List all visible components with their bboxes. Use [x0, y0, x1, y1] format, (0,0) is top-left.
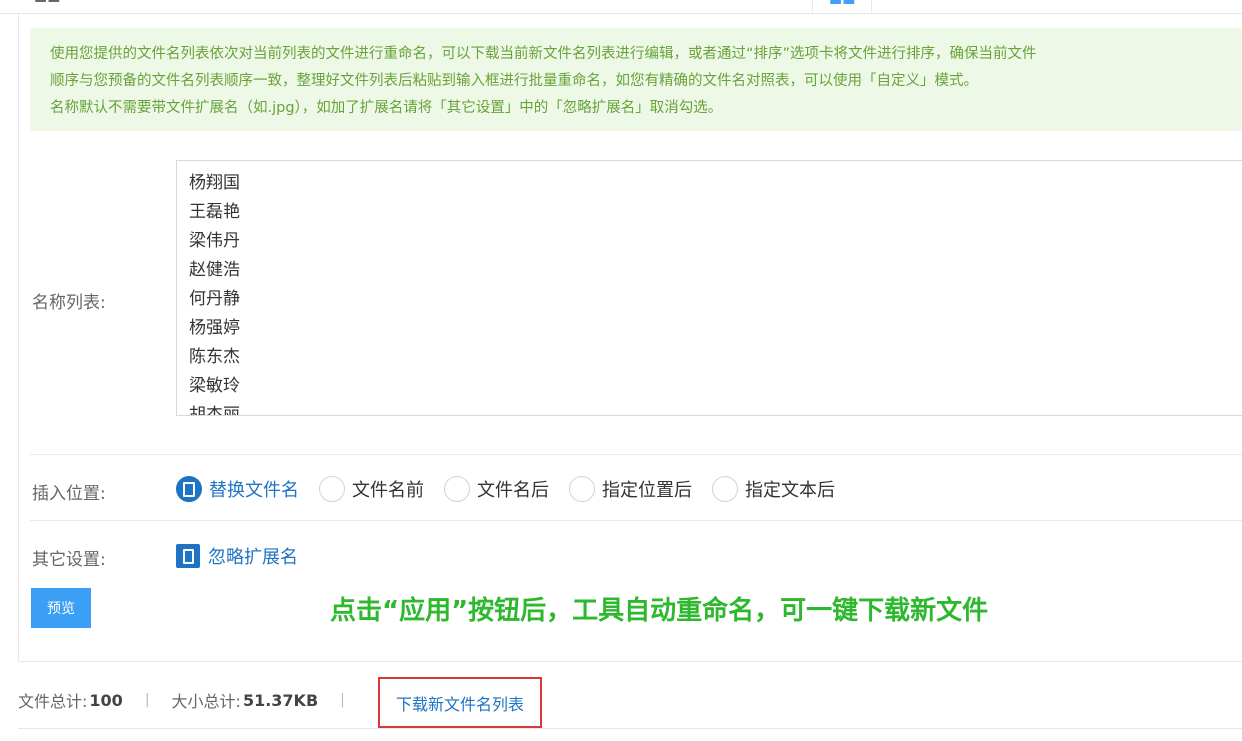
name-line: 何丹静: [189, 289, 240, 309]
name-line: 赵健浩: [189, 260, 240, 280]
name-line: 胡杰丽: [189, 405, 240, 416]
total-size-label: 大小总计:: [171, 692, 241, 711]
total-files-value: 100: [89, 690, 123, 710]
radio-replace-filename[interactable]: 替换文件名: [176, 476, 299, 502]
radio-label: 文件名后: [477, 480, 549, 501]
name-line: 梁敏玲: [189, 376, 240, 396]
notice-line-1: 使用您提供的文件名列表依次对当前列表的文件进行重命名，可以下载当前新文件名列表进…: [50, 46, 1037, 62]
radio-label: 指定位置后: [602, 480, 692, 501]
separator: |: [144, 692, 150, 708]
checkbox-label: 忽略扩展名: [208, 547, 298, 568]
name-list-label: 名称列表:: [32, 293, 106, 313]
radio-unchecked-icon: [712, 476, 738, 502]
preview-button[interactable]: 预览: [31, 588, 91, 628]
name-line: 杨翔国: [189, 173, 240, 193]
separator: |: [340, 692, 345, 708]
insert-position-label: 插入位置:: [32, 484, 106, 504]
name-line: 王磊艳: [189, 202, 240, 222]
radio-unchecked-icon: [569, 476, 595, 502]
download-new-filename-list-link[interactable]: 下载新文件名列表: [378, 677, 542, 728]
radio-after-position[interactable]: 指定位置后: [569, 476, 692, 502]
divider: [30, 454, 1242, 455]
name-line: 陈东杰: [189, 347, 240, 367]
tab-active[interactable]: ▬▬: [812, 0, 873, 12]
radio-checked-icon: [176, 476, 202, 502]
notice-box: 使用您提供的文件名列表依次对当前列表的文件进行重命名，可以下载当前新文件名列表进…: [30, 28, 1242, 131]
overlay-caption: 点击“应用”按钮后，工具自动重命名，可一键下载新文件: [330, 596, 989, 626]
radio-label: 指定文本后: [745, 480, 835, 501]
radio-before-filename[interactable]: 文件名前: [319, 476, 424, 502]
insert-position-radio-group: 替换文件名 文件名前 文件名后 指定位置后 指定文本后: [176, 475, 855, 503]
other-settings-label: 其它设置:: [32, 550, 106, 570]
file-table-header: [18, 728, 1242, 741]
radio-after-text[interactable]: 指定文本后: [712, 476, 835, 502]
total-files-label: 文件总计:: [18, 692, 88, 711]
total-size-value: 51.37KB: [242, 690, 319, 710]
tab[interactable]: ▬▬: [34, 0, 60, 11]
stats-bar: 文件总计: 100 | 大小总计: 51.37KB |: [18, 688, 367, 712]
checkbox-checked-icon: [176, 544, 200, 568]
notice-line-3: 名称默认不需要带文件扩展名（如.jpg），如加了扩展名请将「其它设置」中的「忽略…: [50, 100, 723, 116]
name-line: 杨强婷: [189, 318, 240, 338]
radio-label: 替换文件名: [209, 480, 299, 501]
notice-line-2: 顺序与您预备的文件名列表顺序一致，整理好文件列表后粘贴到输入框进行批量重命名，如…: [50, 73, 978, 89]
radio-unchecked-icon: [444, 476, 470, 502]
radio-after-filename[interactable]: 文件名后: [444, 476, 549, 502]
ignore-extension-checkbox[interactable]: 忽略扩展名: [176, 542, 298, 570]
name-line: 梁伟丹: [189, 231, 240, 251]
radio-unchecked-icon: [319, 476, 345, 502]
name-list-textarea[interactable]: 杨翔国 王磊艳 梁伟丹 赵健浩 何丹静 杨强婷 陈东杰 梁敏玲 胡杰丽: [176, 160, 1242, 416]
divider: [30, 520, 1242, 521]
radio-label: 文件名前: [352, 480, 424, 501]
tab-strip: ▬▬ ▬▬: [0, 0, 1242, 14]
